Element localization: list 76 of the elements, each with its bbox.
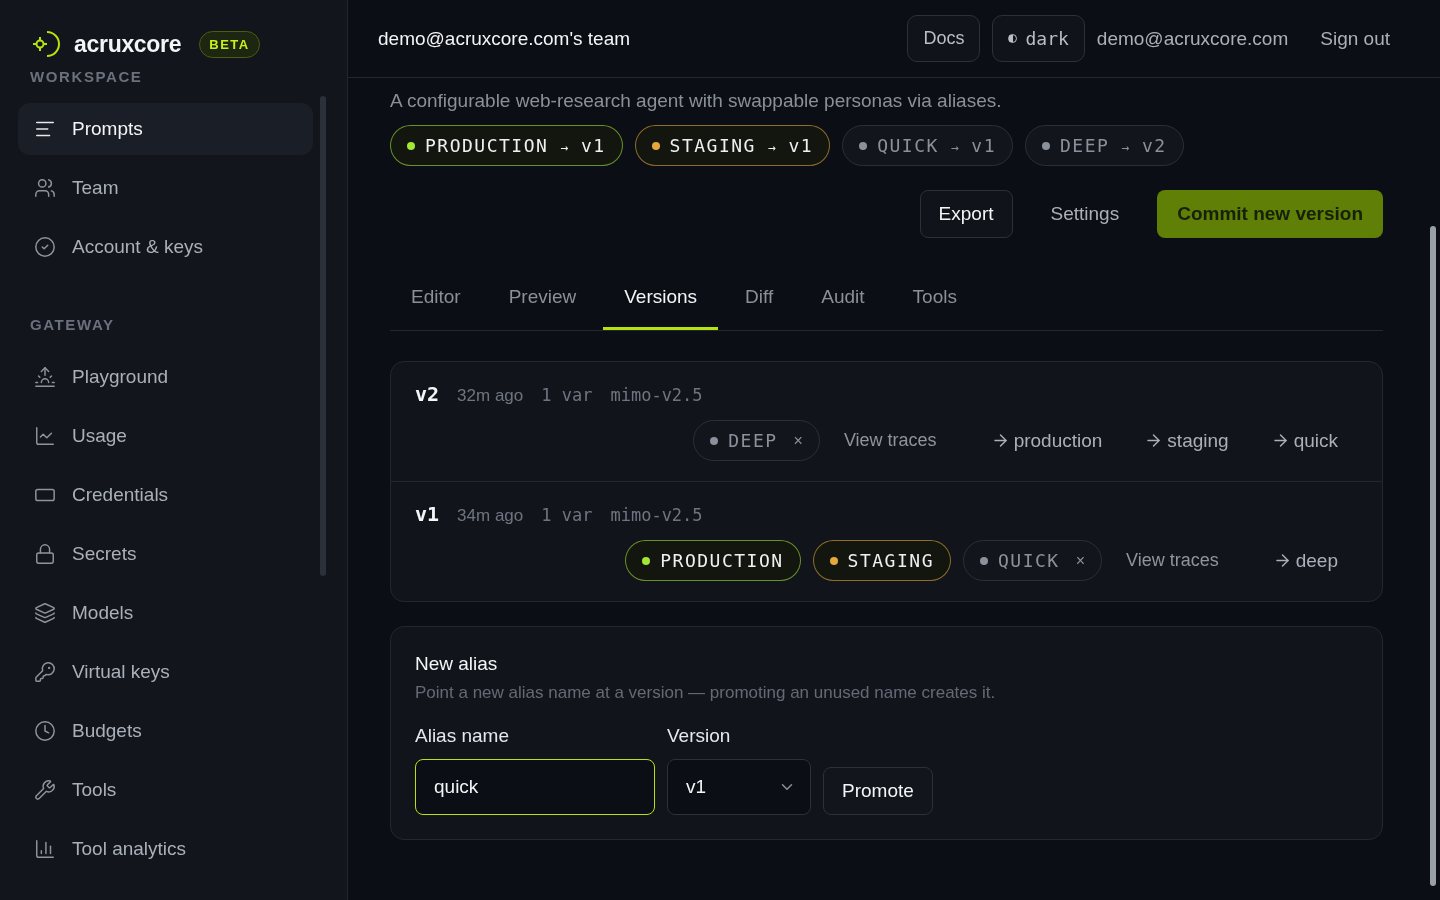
alias-pill[interactable]: STAGING → v1: [634, 125, 831, 166]
tab[interactable]: Preview: [487, 267, 598, 330]
nav-item[interactable]: Models: [18, 587, 313, 639]
team-name: demo@acruxcore.com's team: [378, 27, 632, 50]
theme-button[interactable]: dark: [992, 15, 1085, 62]
key-icon: [34, 661, 56, 683]
view-traces-link[interactable]: View traces: [831, 430, 949, 451]
card-title: New alias: [415, 653, 499, 675]
version-time: 34m ago: [457, 506, 524, 526]
line-chart-icon: [34, 425, 56, 447]
half-circle-icon: [1008, 34, 1018, 43]
nav-item[interactable]: Usage: [18, 410, 313, 462]
nav-item[interactable]: Virtual keys: [18, 646, 313, 698]
promote-button[interactable]: Promote: [823, 767, 933, 815]
lock-icon: [34, 543, 56, 565]
brand-name: acruxcore: [74, 30, 182, 58]
promote-link[interactable]: production: [960, 429, 1103, 452]
user-email[interactable]: demo@acruxcore.com: [1096, 27, 1289, 50]
version-select[interactable]: v1: [667, 759, 811, 815]
version-label: v1: [415, 502, 440, 526]
promote-link[interactable]: quick: [1240, 429, 1338, 452]
nav-item[interactable]: Secrets: [18, 528, 313, 580]
tab[interactable]: Audit: [800, 267, 886, 330]
promote-link[interactable]: deep: [1242, 549, 1338, 572]
nav-item[interactable]: Budgets: [18, 705, 313, 757]
tab[interactable]: Editor: [390, 267, 482, 330]
tab[interactable]: Tools: [891, 267, 978, 330]
alias-pill[interactable]: DEEP → v2: [1025, 125, 1184, 166]
wrench-icon: [34, 779, 56, 801]
nav-item[interactable]: Account & keys: [18, 221, 313, 273]
alias-pill[interactable]: DEEP ×: [693, 420, 820, 461]
alias-pill[interactable]: QUICK → v1: [842, 125, 1014, 166]
nav-item[interactable]: Tool analytics: [18, 823, 313, 875]
commit-button[interactable]: Commit new version: [1157, 190, 1383, 238]
bar-chart-icon: [34, 838, 56, 860]
clock-icon: [34, 720, 56, 742]
var-count: 1 var: [541, 385, 593, 405]
model-name: mimo-v2.5: [610, 505, 703, 525]
tab[interactable]: Versions: [603, 267, 719, 330]
check-circle-icon: [34, 236, 56, 258]
remove-button[interactable]: ×: [1069, 551, 1085, 570]
description: A configurable web-research agent with swappable personas via aliases.: [390, 89, 1003, 112]
layers-icon: [34, 602, 56, 624]
field-label: Version: [667, 725, 732, 747]
alias-pill[interactable]: PRODUCTION: [625, 540, 801, 581]
var-count: 1 var: [541, 505, 593, 525]
nav-item[interactable]: Playground: [18, 351, 313, 403]
docs-button[interactable]: Docs: [907, 15, 981, 62]
nav-item[interactable]: Credentials: [18, 469, 313, 521]
tab[interactable]: Diff: [724, 267, 795, 330]
sunrise-icon: [34, 366, 56, 388]
promote-link[interactable]: staging: [1114, 429, 1229, 452]
alias-pill[interactable]: QUICK ×: [962, 540, 1102, 581]
alias-pill[interactable]: PRODUCTION → v1: [390, 125, 623, 166]
sign-out-link[interactable]: Sign out: [1320, 27, 1390, 50]
field-label: Alias name: [415, 725, 510, 747]
card-hint: Point a new alias name at a version — promoting an unused name creates it.: [415, 683, 997, 703]
model-name: mimo-v2.5: [610, 385, 703, 405]
beta-badge: BETA: [199, 30, 260, 58]
nav-item[interactable]: Tools: [18, 764, 313, 816]
alias-pill[interactable]: STAGING: [812, 540, 951, 581]
remove-button[interactable]: ×: [787, 431, 803, 450]
version-time: 32m ago: [457, 386, 524, 406]
section-title: WORKSPACE: [29, 68, 144, 85]
section-title: GATEWAY: [29, 316, 116, 333]
scrollbar[interactable]: [320, 96, 326, 576]
nav-item[interactable]: Prompts: [18, 103, 313, 155]
alias-name-input[interactable]: quick: [415, 759, 655, 815]
view-traces-link[interactable]: View traces: [1114, 550, 1231, 571]
settings-button[interactable]: Settings: [1032, 190, 1138, 238]
nav-item[interactable]: Team: [18, 162, 313, 214]
version-label: v2: [415, 382, 440, 406]
export-button[interactable]: Export: [919, 190, 1013, 238]
logo-icon: [30, 29, 60, 59]
users-icon: [34, 177, 56, 199]
scrollbar[interactable]: [1430, 226, 1436, 886]
